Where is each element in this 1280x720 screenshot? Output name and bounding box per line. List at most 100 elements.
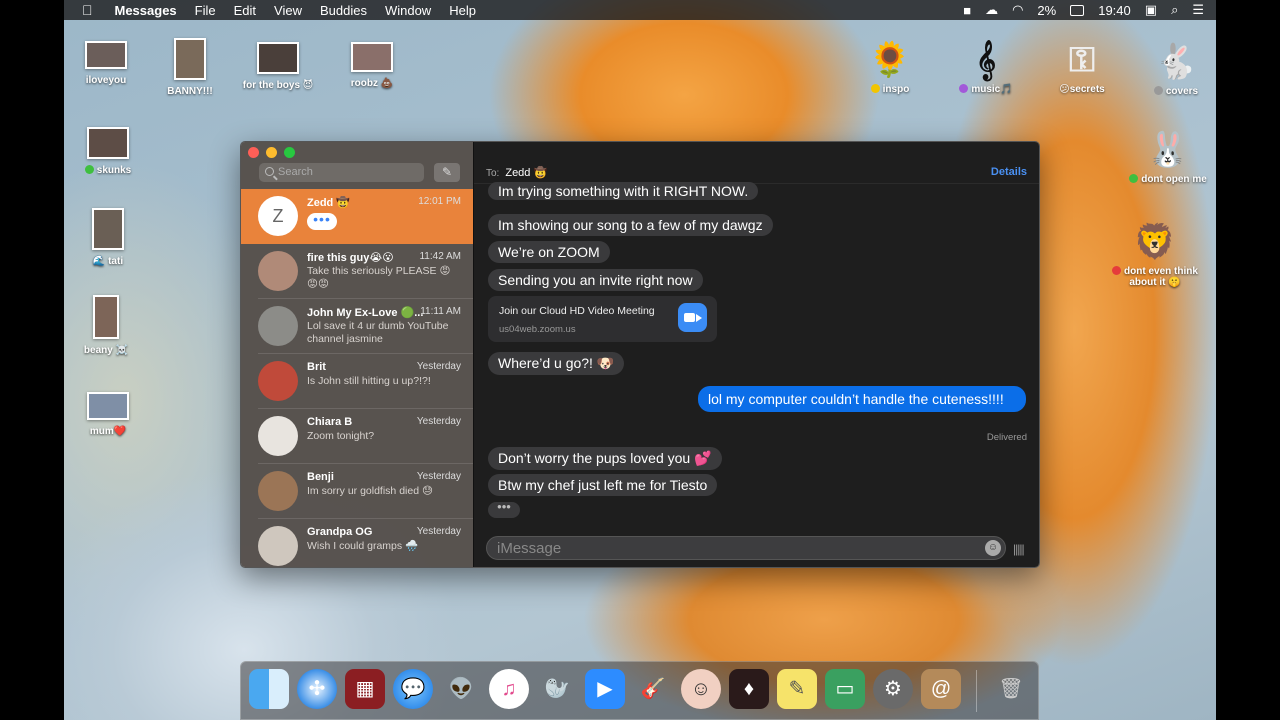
contacts-icon[interactable]: @	[921, 669, 961, 709]
sent-message-bubble: lol my computer couldn’t handle the cute…	[698, 386, 1026, 412]
apple-menu-icon[interactable]: 	[82, 2, 93, 18]
image-thumbnail	[87, 127, 129, 159]
menu-window[interactable]: Window	[385, 3, 431, 18]
audio-message-icon[interactable]: |||||	[1013, 542, 1025, 556]
safari-icon[interactable]: ✣	[297, 669, 337, 709]
preview-icon[interactable]: ▭	[825, 669, 865, 709]
conversation-row[interactable]: Grandpa OG Yesterday Wish I could gramps…	[241, 519, 473, 567]
itunes-icon[interactable]: ♫	[489, 669, 529, 709]
message-time: Yesterday	[416, 471, 461, 482]
typing-indicator-icon: •••	[488, 500, 520, 518]
spotlight-search-icon[interactable]: ⌕	[1171, 2, 1178, 18]
message-bubble: Im showing our song to a few of my dawgz	[488, 214, 773, 236]
face-app-icon[interactable]: ☺	[681, 669, 721, 709]
message-time: 11:11 AM	[420, 306, 461, 317]
desktop:  Messages File Edit View Buddies Window…	[64, 0, 1216, 720]
desktop-icon-music[interactable]: 𝄞 music🎵	[944, 38, 1028, 95]
zoom-icon[interactable]: ▶	[585, 669, 625, 709]
message-bubble: Btw my chef just left me for Tiesto	[488, 474, 718, 496]
desktop-icon-dont-open-me[interactable]: 🐰 dont open me	[1118, 128, 1216, 185]
conversation-row[interactable]: Z Zedd 🤠 12:01 PM •••	[241, 189, 473, 244]
conversation-row[interactable]: Benji Yesterday Im sorry ur goldfish die…	[241, 464, 473, 519]
desktop-icon-tati[interactable]: 🌊 tati	[66, 208, 150, 267]
guitar-app-icon[interactable]: 🎸	[633, 669, 673, 709]
message-preview: Wish I could gramps 🌧️	[307, 540, 419, 552]
details-button[interactable]: Details	[991, 166, 1027, 178]
icon-label: for the boys 😈	[242, 80, 314, 91]
photo-booth-icon[interactable]: ▦	[345, 669, 385, 709]
close-window-button[interactable]	[248, 147, 259, 158]
avatar	[258, 471, 298, 511]
recipient-field[interactable]: To: Zedd 🤠	[486, 166, 547, 179]
desktop-icon-dont-even-think-about-it[interactable]: 🦁 dont even think about it 🤫	[1110, 220, 1200, 288]
clock[interactable]: 19:40	[1098, 3, 1131, 18]
icon-label: skunks	[96, 165, 132, 176]
conversation-row[interactable]: John My Ex-Love 🟢... 11:11 AM Lol save i…	[241, 299, 473, 354]
desktop-icon-roobz[interactable]: roobz 💩	[330, 42, 414, 89]
compose-button[interactable]: ✎	[434, 163, 460, 182]
menu-edit[interactable]: Edit	[234, 3, 256, 18]
message-time: Yesterday	[416, 526, 461, 537]
alien-app-icon[interactable]: 👽	[441, 669, 481, 709]
emoji-icon[interactable]: ☺	[985, 540, 1001, 556]
desktop-icon-banny[interactable]: BANNY!!!	[148, 38, 232, 97]
battery-icon[interactable]	[1070, 4, 1085, 16]
purple-tag-icon	[959, 84, 969, 93]
desktop-icon-secrets[interactable]: ⚿ 😕secrets	[1040, 38, 1124, 95]
desktop-icon-inspo[interactable]: 🌻 inspo	[848, 38, 932, 95]
battery-percent[interactable]: 2%	[1037, 3, 1056, 18]
green-tag-icon	[1129, 174, 1139, 183]
message-input-container: ☺	[486, 536, 1006, 560]
message-input[interactable]	[487, 537, 1005, 559]
dock: ✣ ▦ 💬 👽 ♫ 🦭 ▶ 🎸 ☺ ♦ ✎ ▭ ⚙ @ 🗑	[240, 661, 1039, 720]
message-time: Yesterday	[416, 416, 461, 427]
menu-buddies[interactable]: Buddies	[320, 3, 367, 18]
seal-app-icon[interactable]: 🦭	[537, 669, 577, 709]
finder-icon[interactable]	[249, 669, 289, 709]
icon-label: inspo	[882, 84, 910, 95]
search-input[interactable]: Search	[259, 163, 424, 182]
icon-label: BANNY!!!	[167, 86, 213, 97]
icon-label: music🎵	[971, 84, 1013, 95]
wifi-icon[interactable]: ◠	[1012, 2, 1023, 18]
to-label: To:	[486, 168, 500, 179]
minimize-window-button[interactable]	[266, 147, 277, 158]
image-thumbnail	[174, 38, 206, 80]
trash-icon[interactable]: 🗑	[991, 669, 1031, 709]
photo-booth-2-icon[interactable]: ♦	[729, 669, 769, 709]
message-preview: Lol save it 4 ur dumb YouTube channel ja…	[307, 320, 449, 345]
desktop-icon-mum[interactable]: mum❤️	[66, 392, 150, 437]
desktop-icon-iloveyou[interactable]: iloveyou	[64, 41, 148, 86]
desktop-icon-skunks[interactable]: skunks	[66, 127, 150, 176]
image-thumbnail	[351, 42, 393, 72]
avatar: Z	[258, 196, 298, 236]
message-bubble: Where’d u go?! 🐶	[488, 352, 625, 375]
avatar	[258, 306, 298, 346]
facetime-icon[interactable]: ■	[963, 3, 971, 18]
desktop-icon-for-the-boys[interactable]: for the boys 😈	[236, 42, 320, 91]
image-thumbnail	[257, 42, 299, 74]
zoom-window-button[interactable]	[284, 147, 295, 158]
desktop-icon-beany[interactable]: beany ☠️	[64, 295, 148, 356]
green-tag-icon	[84, 165, 94, 174]
menu-view[interactable]: View	[274, 3, 302, 18]
link-preview-card[interactable]: Join our Cloud HD Video Meeting us04web.…	[488, 296, 717, 342]
conversation-row[interactable]: Brit Yesterday Is John still hitting u u…	[241, 354, 473, 409]
icon-label: roobz 💩	[350, 78, 394, 89]
icon-label: 😕secrets	[1059, 84, 1105, 95]
system-preferences-icon[interactable]: ⚙	[873, 669, 913, 709]
desktop-icon-covers[interactable]: 🐇 covers	[1134, 40, 1216, 97]
search-placeholder: Search	[278, 166, 313, 178]
menu-file[interactable]: File	[195, 3, 216, 18]
messages-icon[interactable]: 💬	[393, 669, 433, 709]
conversation-row[interactable]: Chiara B Yesterday Zoom tonight?	[241, 409, 473, 464]
stickies-icon[interactable]: ✎	[777, 669, 817, 709]
link-url: us04web.zoom.us	[499, 324, 576, 335]
menu-help[interactable]: Help	[449, 3, 476, 18]
creative-cloud-icon[interactable]: ☁	[985, 2, 998, 18]
notification-center-icon[interactable]: ☰	[1192, 2, 1204, 18]
display-icon[interactable]: ▣	[1145, 2, 1157, 18]
yellow-tag-icon	[870, 84, 880, 93]
app-menu[interactable]: Messages	[115, 3, 177, 18]
conversation-row[interactable]: fire this guy😭😮 11:42 AM Take this serio…	[241, 244, 473, 299]
